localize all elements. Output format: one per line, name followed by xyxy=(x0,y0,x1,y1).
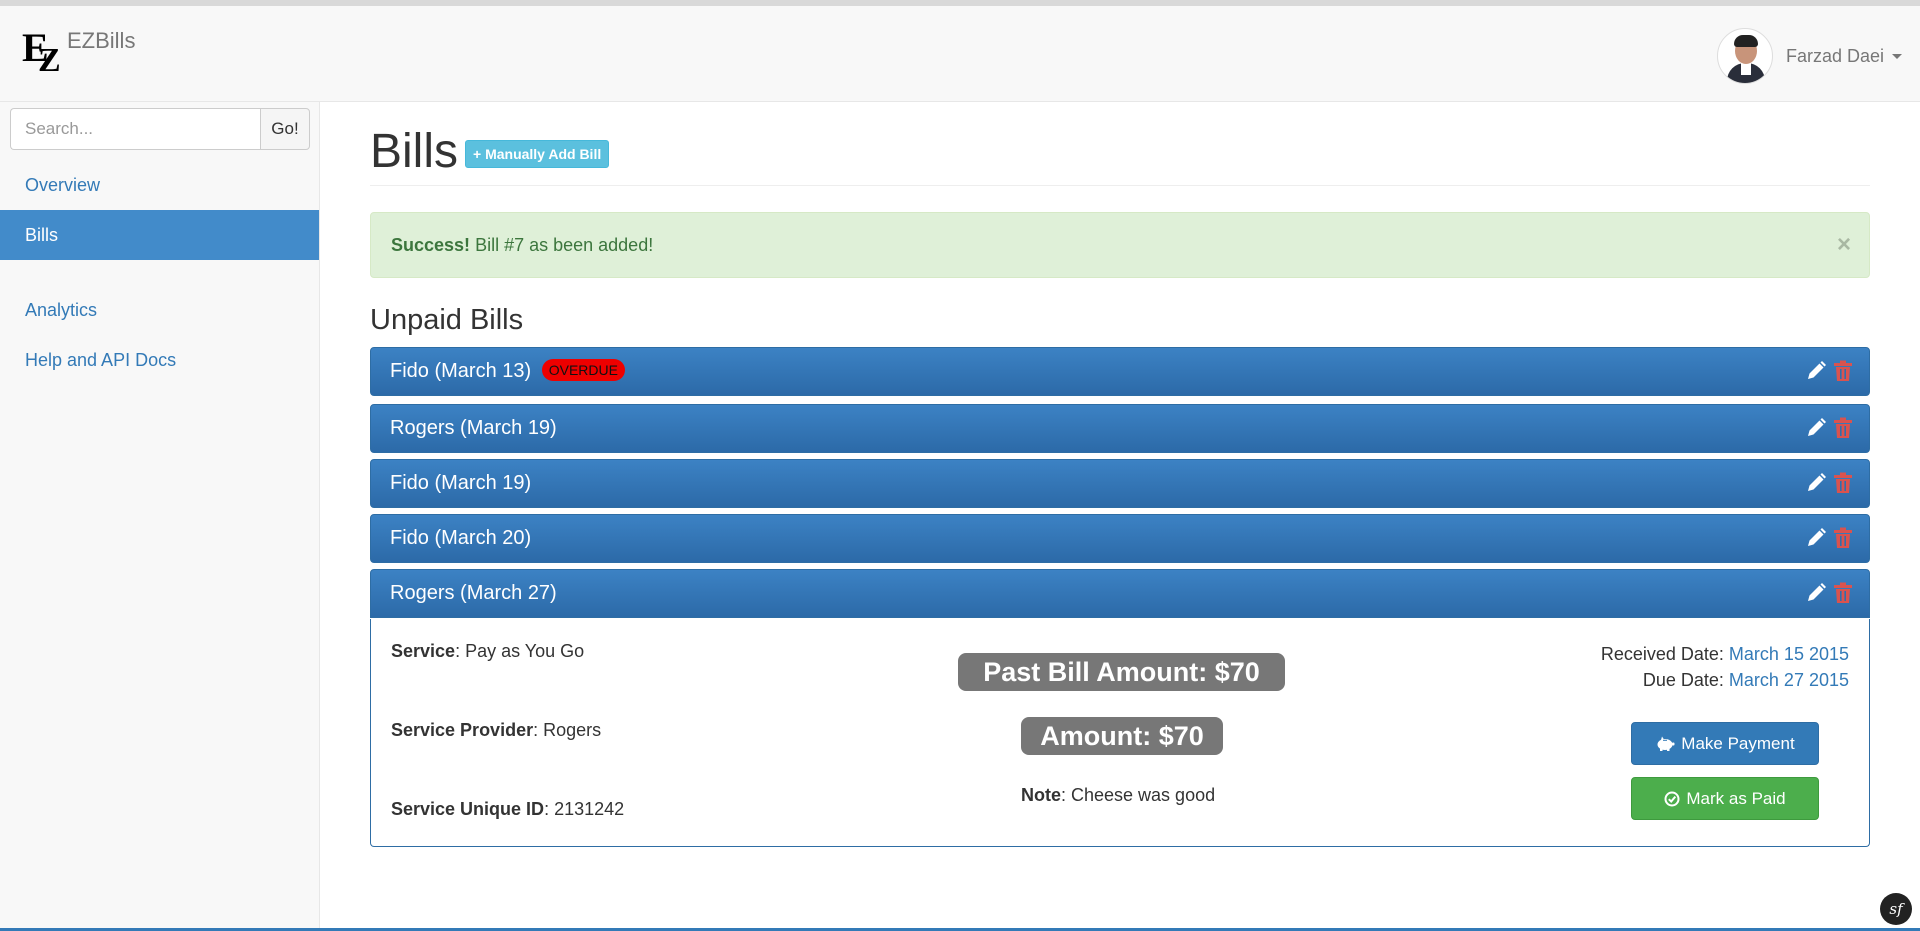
due-date-label: Due Date: xyxy=(1642,670,1729,690)
sidebar-item-help[interactable]: Help and API Docs xyxy=(0,335,319,385)
bill-title: Rogers (March 19) xyxy=(390,417,557,439)
provider-field: Service Provider: Rogers xyxy=(391,720,601,741)
pencil-icon[interactable] xyxy=(1805,472,1827,494)
logo-letter-z: Z xyxy=(38,42,61,79)
make-payment-button[interactable]: Make Payment xyxy=(1631,722,1819,765)
amount-badge: Amount: $70 xyxy=(1021,717,1223,755)
due-date-value[interactable]: March 27 2015 xyxy=(1729,670,1849,690)
unique-id-value: : 2131242 xyxy=(544,799,625,819)
trash-icon[interactable] xyxy=(1833,472,1853,494)
logo[interactable]: E Z xyxy=(22,28,66,78)
bill-panel-header[interactable]: Fido (March 19) xyxy=(370,459,1870,508)
sidebar: Go! Overview Bills Analytics Help and AP… xyxy=(0,102,320,931)
sidebar-item-bills[interactable]: Bills xyxy=(0,210,319,260)
unique-id-field: Service Unique ID: 2131242 xyxy=(391,799,624,820)
search-button[interactable]: Go! xyxy=(260,108,310,150)
due-date: Due Date: March 27 2015 xyxy=(1601,667,1849,693)
search-input[interactable] xyxy=(10,108,260,150)
page-header: Bills + Manually Add Bill xyxy=(370,102,1870,186)
add-bill-button[interactable]: + Manually Add Bill xyxy=(465,140,610,168)
user-menu[interactable]: Farzad Daei xyxy=(1716,28,1902,84)
bill-dates: Received Date: March 15 2015 Due Date: M… xyxy=(1601,641,1849,693)
check-circle-icon xyxy=(1664,791,1680,806)
pencil-icon[interactable] xyxy=(1805,360,1827,382)
pencil-icon[interactable] xyxy=(1805,582,1827,604)
note-value: : Cheese was good xyxy=(1061,785,1216,805)
sidebar-item-overview[interactable]: Overview xyxy=(0,160,319,210)
bill-panel-header[interactable]: Fido (March 20) xyxy=(370,514,1870,563)
pencil-icon[interactable] xyxy=(1805,527,1827,549)
note-field: Note: Cheese was good xyxy=(1021,785,1215,806)
caret-down-icon xyxy=(1892,53,1902,59)
close-icon[interactable]: × xyxy=(1837,213,1851,277)
bill-detail-panel: Service: Pay as You Go Service Provider:… xyxy=(370,619,1870,847)
navbar: E Z EZBills Farzad Daei xyxy=(0,6,1920,102)
symfony-icon[interactable]: sf xyxy=(1880,893,1912,925)
bill-panel-header[interactable]: Fido (March 13) OVERDUE xyxy=(370,347,1870,396)
piggy-bank-icon xyxy=(1657,736,1675,751)
service-label: Service xyxy=(391,641,456,661)
brand-name[interactable]: EZBills xyxy=(67,28,135,54)
trash-icon[interactable] xyxy=(1833,527,1853,549)
trash-icon[interactable] xyxy=(1833,417,1853,439)
service-value: : Pay as You Go xyxy=(455,641,585,661)
search-group: Go! xyxy=(10,108,310,150)
mark-paid-label: Mark as Paid xyxy=(1686,788,1786,808)
bill-title: Rogers (March 27) xyxy=(390,582,557,604)
trash-icon[interactable] xyxy=(1833,582,1853,604)
provider-value: : Rogers xyxy=(533,720,602,740)
bill-panel-header[interactable]: Rogers (March 27) xyxy=(370,569,1870,618)
bill-panel-header[interactable]: Rogers (March 19) xyxy=(370,404,1870,453)
mark-paid-button[interactable]: Mark as Paid xyxy=(1631,777,1819,820)
past-amount-badge: Past Bill Amount: $70 xyxy=(958,653,1285,691)
unique-id-label: Service Unique ID xyxy=(391,799,545,819)
sidebar-item-analytics[interactable]: Analytics xyxy=(0,285,319,335)
service-field: Service: Pay as You Go xyxy=(391,641,584,662)
received-date-value[interactable]: March 15 2015 xyxy=(1729,644,1849,664)
alert-message: Bill #7 as been added! xyxy=(470,235,654,255)
make-payment-label: Make Payment xyxy=(1681,733,1795,753)
received-date-label: Received Date: xyxy=(1600,644,1729,664)
overdue-badge: OVERDUE xyxy=(541,358,625,381)
user-name: Farzad Daei xyxy=(1785,45,1884,66)
bill-title: Fido (March 20) xyxy=(390,527,532,549)
pencil-icon[interactable] xyxy=(1805,417,1827,439)
note-label: Note xyxy=(1021,785,1061,805)
bill-title: Fido (March 13) xyxy=(390,360,532,382)
bill-title: Fido (March 19) xyxy=(390,472,532,494)
received-date: Received Date: March 15 2015 xyxy=(1601,641,1849,667)
page-title: Bills xyxy=(370,125,459,178)
provider-label: Service Provider xyxy=(391,720,534,740)
trash-icon[interactable] xyxy=(1833,360,1853,382)
success-alert: Success! Bill #7 as been added! × xyxy=(370,212,1870,278)
unpaid-bills-heading: Unpaid Bills xyxy=(370,304,524,336)
avatar xyxy=(1716,28,1773,84)
alert-strong: Success! xyxy=(391,235,471,255)
